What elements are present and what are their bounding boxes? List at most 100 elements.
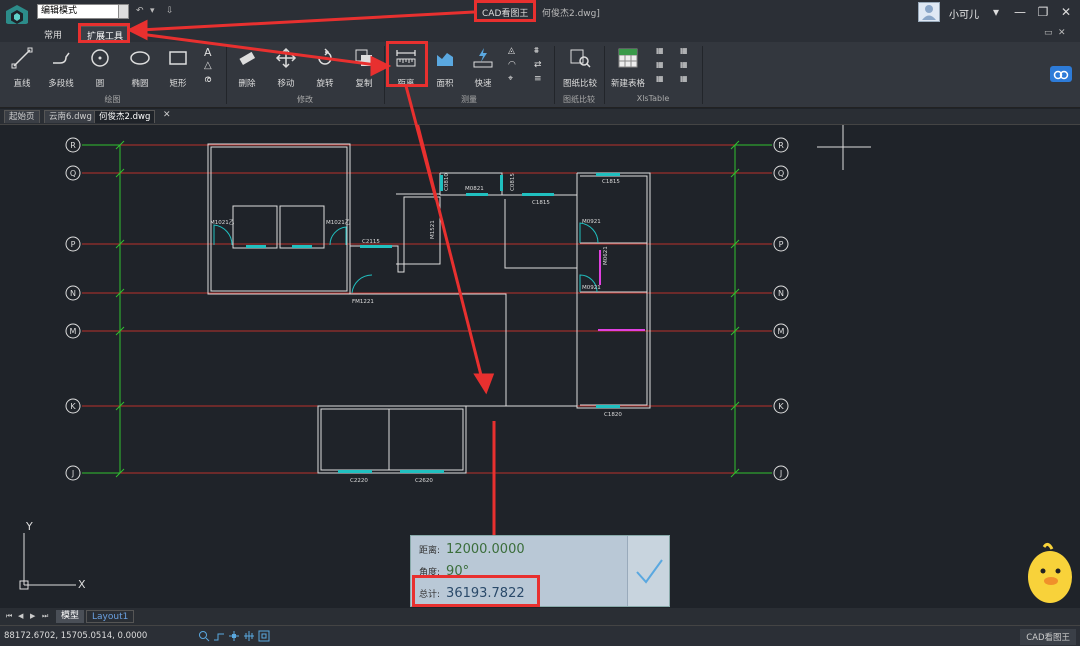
ucs-icon [19,533,76,590]
circle-icon [91,49,109,67]
arc-measure-icon[interactable]: ◠ [508,60,518,70]
group-compare-label: 图纸比较 [563,95,595,104]
axis-label-q-left: Q [70,169,76,178]
maximize-button[interactable]: ❐ [1033,3,1053,21]
user-avatar[interactable] [918,2,940,22]
annotation-box-appname [474,0,536,22]
revcloud-icon[interactable]: ര [204,74,214,85]
user-name[interactable]: 小可儿 [949,6,979,21]
measure-list-icon[interactable]: ≡ [534,74,544,84]
menu-icon[interactable]: ▾ [986,3,1006,21]
close-button[interactable]: ✕ [1056,3,1076,21]
chevron-down-icon[interactable]: ▾ [150,6,155,16]
prev-layout-icon[interactable]: ◀ [18,612,23,620]
line-tool-button[interactable]: 直线 [2,46,42,89]
label-fm1221: FM1221 [352,299,374,305]
mascot-icon[interactable] [1028,542,1072,603]
rectangle-icon [169,51,187,65]
text-icon[interactable]: A [204,46,214,59]
tab-layout1[interactable]: Layout1 [86,610,135,623]
minimize-button[interactable]: — [1010,3,1030,21]
rect-tool-button[interactable]: 矩形 [158,46,198,89]
rotate-icon [318,48,332,65]
ribbon-close-icon[interactable]: ✕ [1058,28,1066,38]
axis-label-m-left: M [70,327,77,336]
status-bar: 88172.6702, 15705.0514, 0.0000 CAD看图王 [0,625,1080,646]
label-m0821: M0821 [465,186,484,192]
axis-label-n-left: N [70,289,76,298]
area-tool-button[interactable]: 面积 [425,46,465,89]
room-labels: M1021乙 M1021乙 C2115 M0821 C1815 C1815 M0… [210,173,622,484]
close-tab-icon[interactable]: ✕ [163,110,171,120]
tab-model[interactable]: 模型 [56,610,85,623]
eraser-icon [239,51,256,65]
scale-icon[interactable]: ⇄ [534,60,544,70]
label-c0810: C0810 [444,173,450,191]
annotation-box-total [412,575,540,607]
cloud-sync-button[interactable] [1050,66,1072,82]
label-c0815: C0815 [510,173,516,191]
doc-tab-current[interactable]: 何俊杰2.dwg [94,110,156,123]
undo-icon[interactable]: ↶ [136,6,144,16]
user-icon [922,5,936,20]
copy-tool-button[interactable]: 复制 [344,46,384,89]
move-tool-button[interactable]: 移动 [266,46,306,89]
table-import-icon[interactable]: ▦ [656,60,666,70]
snap-icon[interactable] [228,630,240,642]
doc-tab-start[interactable]: 起始页 [4,110,40,123]
axis-bubbles-right [773,137,789,481]
compare-icon [570,49,591,68]
customize-icon[interactable]: ⇩ [166,6,174,16]
confirm-button[interactable] [627,536,669,606]
status-brand: CAD看图王 [1020,629,1076,645]
axis-label-r-right: R [778,141,784,150]
label-m0621: M0621 [603,246,609,265]
fullscreen-icon[interactable] [258,630,270,642]
delete-tool-label: 删除 [238,79,256,89]
axis-label-n-right: N [778,289,784,298]
label-c2220: C2220 [350,478,368,484]
table-edit-icon[interactable]: ▦ [656,46,666,56]
polyline-snap-icon[interactable] [213,630,225,642]
rotate-tool-button[interactable]: 旋转 [305,46,345,89]
annotation-spacer [472,538,496,564]
dimension-icon[interactable]: ⩩ [534,46,544,56]
table-settings-icon[interactable]: ▦ [680,74,690,84]
last-layout-icon[interactable]: ⏭ [42,612,48,621]
table-export-icon[interactable]: ▦ [656,74,666,84]
drawing-compare-button[interactable]: 图纸比较 [558,46,602,89]
axis-label-r-left: R [70,141,76,150]
table-merge-icon[interactable]: ▦ [680,46,690,56]
group-separator [702,46,703,104]
doc-tab-yunnan[interactable]: 云南6.dwg [44,110,97,123]
label-c2620: C2620 [415,478,433,484]
title-bar: 编辑模式 ↶ ▾ ⇩ CAD看图王 何俊杰2.dwg] 小可儿 ▾ — ❐ ✕ [0,0,1080,29]
zoom-icon[interactable] [198,630,210,642]
axis-label-k-left: K [70,402,76,411]
check-icon [636,559,663,584]
mode-select-value: 编辑模式 [41,6,78,16]
menu-bar: 常用 扩展工具 ▭ ✕ [0,24,1080,45]
next-layout-icon[interactable]: ▶ [30,612,35,620]
first-layout-icon[interactable]: ⏮ [6,612,12,621]
ortho-icon[interactable] [243,630,255,642]
new-table-button[interactable]: 新建表格 [606,46,650,89]
layout-bar: ⏮ ◀ ▶ ⏭ 模型 Layout1 [0,608,1080,625]
axis-label-q-right: Q [778,169,784,178]
angle-measure-icon[interactable]: ◬ [508,46,518,56]
group-draw-label: 绘图 [104,95,121,104]
tab-common[interactable]: 常用 [38,26,68,43]
table-split-icon[interactable]: ▦ [680,60,690,70]
coord-measure-icon[interactable]: ⌖ [508,74,518,84]
quick-measure-button[interactable]: 快速 [463,46,503,89]
polyline-tool-button[interactable]: 多段线 [41,46,81,89]
ribbon-restore-icon[interactable]: ▭ [1044,28,1053,38]
ellipse-tool-button[interactable]: 椭圆 [120,46,160,89]
cloud-icon[interactable]: △ [204,60,214,71]
ucs-y-label: Y [25,520,33,533]
delete-tool-button[interactable]: 删除 [227,46,267,89]
move-icon [275,47,297,69]
label-m1521: M1521 [430,220,436,239]
circle-tool-button[interactable]: 圆 [80,46,120,89]
mode-select[interactable]: 编辑模式 [37,4,129,19]
